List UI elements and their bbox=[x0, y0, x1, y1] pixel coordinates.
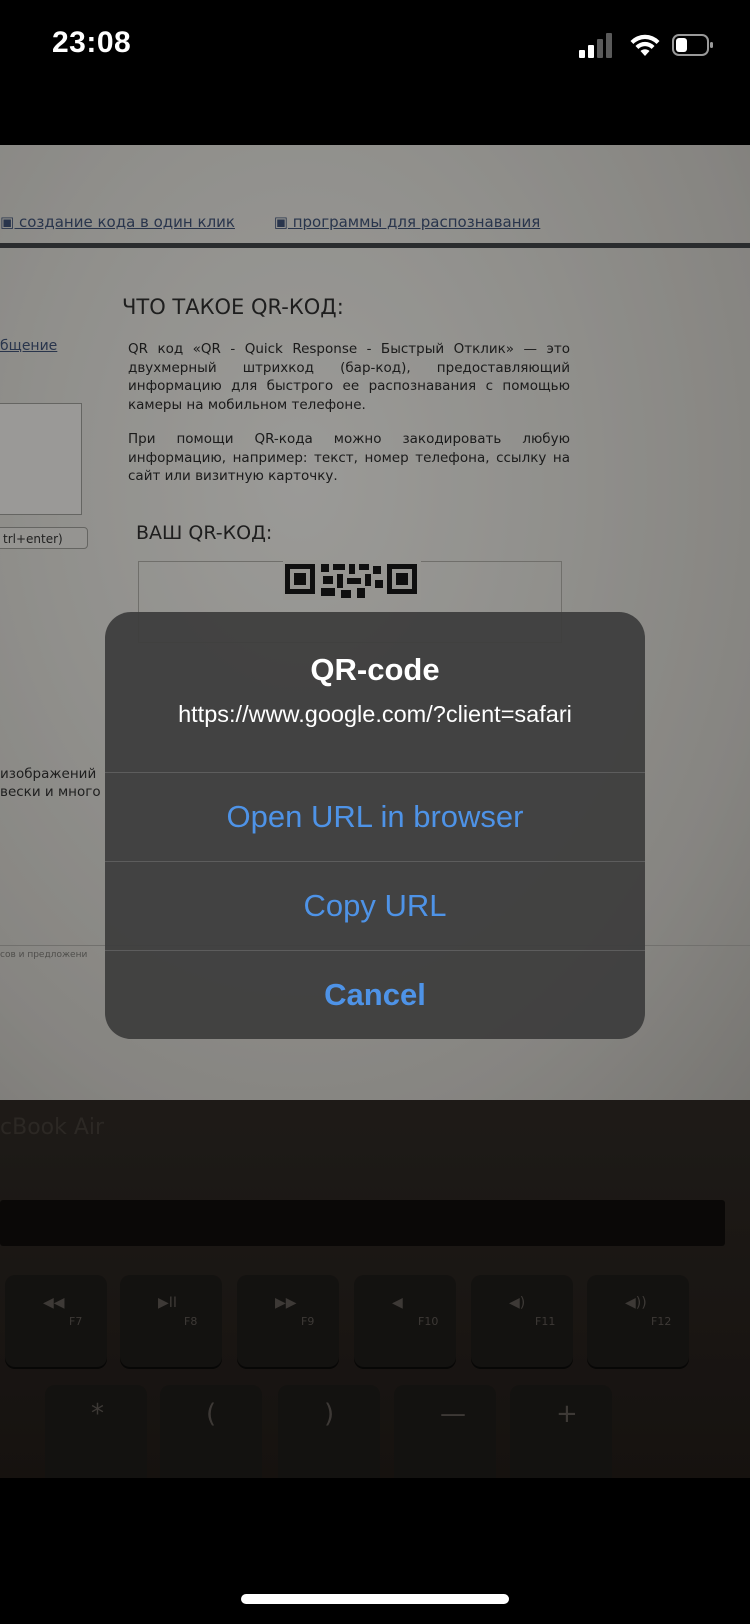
alert-title: QR-code bbox=[310, 652, 440, 687]
wifi-icon bbox=[630, 34, 660, 56]
camera-viewfinder: ▣ создание кода в один клик ▣ программы … bbox=[0, 145, 750, 1478]
status-bar: 23:08 bbox=[0, 0, 750, 100]
battery-icon bbox=[672, 34, 713, 56]
qr-code-alert: QR-code https://www.google.com/?client=s… bbox=[105, 612, 645, 1039]
alert-message-url: https://www.google.com/?client=safari bbox=[178, 701, 572, 727]
status-time: 23:08 bbox=[52, 26, 132, 59]
cellular-signal-icon bbox=[579, 33, 612, 58]
cancel-button[interactable]: Cancel bbox=[105, 951, 645, 1039]
home-indicator[interactable] bbox=[241, 1594, 509, 1604]
copy-url-button[interactable]: Copy URL bbox=[105, 862, 645, 950]
open-url-button[interactable]: Open URL in browser bbox=[105, 773, 645, 861]
status-icons bbox=[579, 32, 714, 62]
